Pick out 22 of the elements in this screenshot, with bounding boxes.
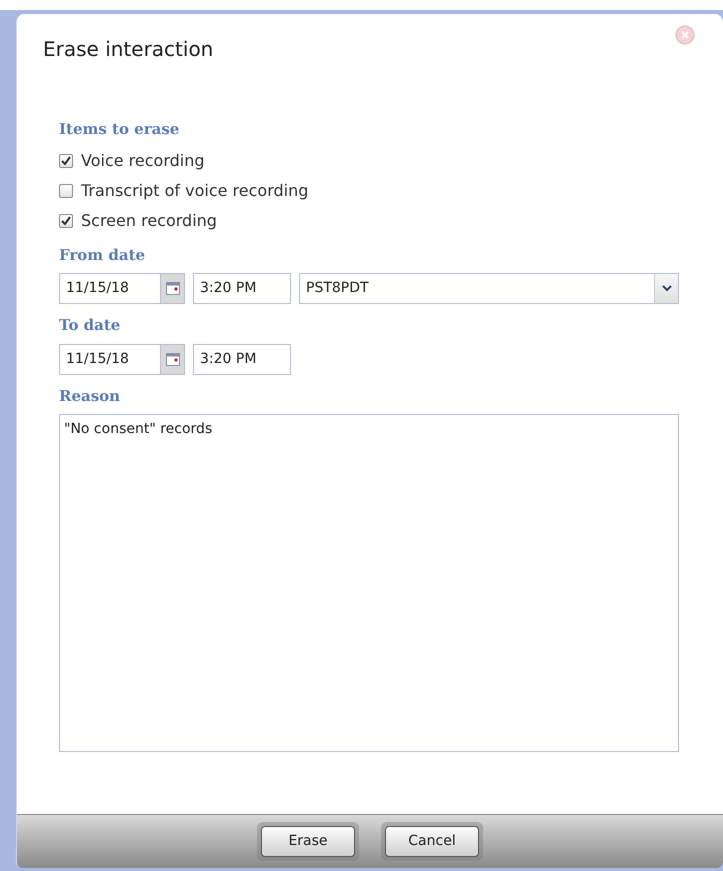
section-heading: To date <box>59 315 120 336</box>
checkbox-label: Screen recording <box>81 210 217 230</box>
timezone-dropdown[interactable]: PST8PDT <box>299 273 679 304</box>
date-field[interactable]: 11/15/18 <box>59 273 185 304</box>
time-field[interactable]: 3:20 PM <box>193 273 291 304</box>
date-field[interactable]: 11/15/18 <box>59 344 185 374</box>
section-heading: Items to erase <box>59 119 180 140</box>
chevron-down-icon <box>662 285 672 292</box>
checkbox-label: Transcript of voice recording <box>81 180 308 200</box>
dialog-title: Erase interaction <box>43 36 214 63</box>
calendar-icon[interactable] <box>166 352 180 366</box>
section-heading: From date <box>59 244 146 266</box>
calendar-icon[interactable] <box>166 282 180 295</box>
time-field[interactable]: 3:20 PM <box>193 344 291 374</box>
checkbox[interactable] <box>59 154 73 168</box>
reason-field[interactable]: "No consent" records <box>59 414 679 752</box>
checkbox-label: Voice recording <box>81 150 205 170</box>
dialog-button[interactable]: Erase <box>261 826 355 857</box>
checkbox[interactable] <box>59 214 73 228</box>
checkbox[interactable] <box>59 184 73 198</box>
section-heading: Reason <box>59 386 120 406</box>
dialog-button[interactable]: Cancel <box>385 826 479 857</box>
